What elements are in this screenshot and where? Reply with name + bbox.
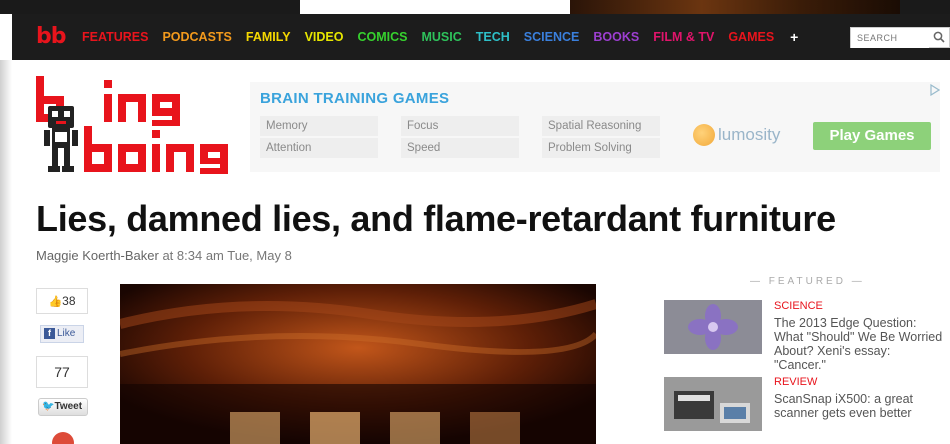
search-box (850, 27, 950, 48)
search-icon[interactable] (933, 31, 945, 43)
byline: Maggie Koerth-Baker at 8:34 am Tue, May … (36, 248, 292, 263)
fire-image-art (120, 284, 596, 444)
featured-category-science[interactable]: SCIENCE (774, 300, 823, 312)
ad-link-memory[interactable]: Memory (260, 116, 378, 136)
tweet-label: Tweet (54, 401, 83, 412)
page-shadow (0, 60, 12, 444)
featured-thumbnail-science[interactable] (664, 300, 762, 354)
featured-heading: — FEATURED — (750, 276, 865, 287)
lumosity-logo-text: lumosity (718, 125, 781, 144)
article-headline[interactable]: Lies, damned lies, and flame-retardant f… (36, 198, 836, 240)
lumosity-icon (693, 124, 715, 146)
author-link[interactable]: Maggie Koerth-Baker (36, 248, 159, 263)
nav-item-film-tv[interactable]: FILM & TV (653, 30, 714, 44)
thumbs-up-icon: 👍 (48, 296, 63, 308)
like-count: 38 (62, 294, 76, 308)
adchoices-icon[interactable] (930, 84, 940, 96)
boing-boing-logo[interactable] (36, 76, 231, 174)
nav-item-books[interactable]: BOOKS (593, 30, 639, 44)
twitter-bird-icon: 🐦 (42, 401, 55, 412)
ad-link-problem-solving[interactable]: Problem Solving (542, 138, 660, 158)
main-nav: bb FEATURES PODCASTS FAMILY VIDEO COMICS… (12, 14, 950, 60)
byline-time: at 8:34 am Tue, May 8 (158, 248, 292, 263)
nav-item-tech[interactable]: TECH (476, 30, 510, 44)
nav-more-button[interactable]: + (790, 29, 798, 45)
search-input[interactable] (851, 28, 929, 48)
nav-item-podcasts[interactable]: PODCASTS (162, 30, 231, 44)
play-games-button[interactable]: Play Games (813, 122, 931, 150)
nav-items: FEATURES PODCASTS FAMILY VIDEO COMICS MU… (82, 14, 798, 60)
ad-link-speed[interactable]: Speed (401, 138, 519, 158)
article-image (120, 284, 596, 444)
bb-nav-logo[interactable]: bb (36, 26, 66, 48)
featured-title-review[interactable]: ScanSnap iX500: a great scanner gets eve… (774, 392, 944, 420)
lumosity-logo[interactable]: lumosity (693, 120, 780, 150)
banner-image-fragment (570, 0, 900, 14)
ad-title[interactable]: BRAIN TRAINING GAMES (260, 90, 449, 107)
facebook-icon: f (44, 328, 55, 339)
nav-item-video[interactable]: VIDEO (305, 30, 344, 44)
nav-item-family[interactable]: FAMILY (246, 30, 291, 44)
tweet-count: 77 (36, 356, 88, 388)
nav-item-features[interactable]: FEATURES (82, 30, 148, 44)
top-strip (0, 0, 950, 14)
advertisement[interactable]: BRAIN TRAINING GAMES Memory Focus Spatia… (250, 82, 940, 172)
nav-item-comics[interactable]: COMICS (357, 30, 407, 44)
ad-link-attention[interactable]: Attention (260, 138, 378, 158)
nav-item-science[interactable]: SCIENCE (524, 30, 580, 44)
google-plus-icon[interactable] (52, 432, 74, 444)
like-count-box[interactable]: 👍38 (36, 288, 88, 314)
featured-category-review[interactable]: REVIEW (774, 376, 817, 388)
featured-title-science[interactable]: The 2013 Edge Question: What "Should" We… (774, 316, 944, 372)
like-label: Like (57, 328, 76, 339)
facebook-like-button[interactable]: f Like (40, 325, 84, 343)
featured-thumbnail-review[interactable] (664, 377, 762, 431)
ad-link-spatial-reasoning[interactable]: Spatial Reasoning (542, 116, 660, 136)
tweet-button[interactable]: 🐦Tweet (38, 398, 88, 416)
strip-gap (300, 0, 570, 14)
ad-link-focus[interactable]: Focus (401, 116, 519, 136)
nav-item-music[interactable]: MUSIC (421, 30, 461, 44)
nav-item-games[interactable]: GAMES (728, 30, 774, 44)
